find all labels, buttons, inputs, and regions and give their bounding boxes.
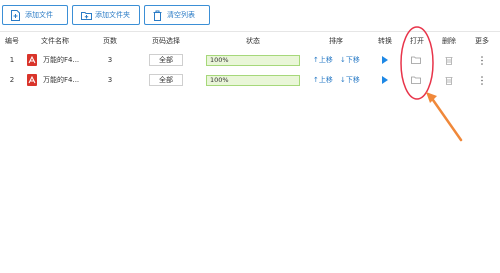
row-index: 2 bbox=[9, 76, 15, 84]
header-sort: 排序 bbox=[329, 37, 343, 45]
table-row[interactable]: 1 万能的F4... 3 全部 100% ↑上移 ↓下移 bbox=[0, 50, 500, 70]
move-up-button[interactable]: ↑上移 bbox=[313, 70, 333, 90]
header-status: 状态 bbox=[246, 37, 260, 45]
row-pages: 3 bbox=[107, 56, 113, 64]
add-file-button[interactable]: 添加文件 bbox=[2, 5, 68, 25]
delete-icon[interactable] bbox=[445, 50, 453, 70]
pdf-file-icon bbox=[27, 70, 37, 90]
move-down-button[interactable]: ↓下移 bbox=[340, 50, 360, 70]
more-icon[interactable] bbox=[481, 50, 484, 70]
add-folder-icon bbox=[81, 10, 92, 21]
toolbar-divider bbox=[0, 31, 500, 32]
header-index: 编号 bbox=[5, 37, 19, 45]
more-icon[interactable] bbox=[481, 70, 484, 90]
row-index: 1 bbox=[9, 56, 15, 64]
header-name: 文件名称 bbox=[41, 37, 69, 45]
convert-play-icon[interactable] bbox=[382, 50, 388, 70]
clear-list-label: 清空列表 bbox=[167, 11, 195, 19]
clear-list-button[interactable]: 清空列表 bbox=[144, 5, 210, 25]
progress-bar: 100% bbox=[206, 70, 300, 90]
add-file-label: 添加文件 bbox=[25, 11, 53, 19]
table-header: 编号 文件名称 页数 页码选择 状态 排序 转换 打开 删除 更多 bbox=[0, 34, 500, 48]
pdf-file-icon bbox=[27, 50, 37, 70]
open-folder-icon[interactable] bbox=[411, 70, 421, 90]
header-delete: 删除 bbox=[442, 37, 456, 45]
convert-play-icon[interactable] bbox=[382, 70, 388, 90]
progress-bar: 100% bbox=[206, 50, 300, 70]
header-pages: 页数 bbox=[103, 37, 117, 45]
trash-icon bbox=[153, 10, 162, 21]
page-select-input[interactable]: 全部 bbox=[149, 50, 183, 70]
header-open: 打开 bbox=[410, 37, 424, 45]
header-convert: 转换 bbox=[378, 37, 392, 45]
header-page-select: 页码选择 bbox=[152, 37, 180, 45]
open-folder-icon[interactable] bbox=[411, 50, 421, 70]
row-file-name: 万能的F4... bbox=[43, 56, 80, 64]
page-select-input[interactable]: 全部 bbox=[149, 70, 183, 90]
pdf-converter-window: 添加文件 添加文件夹 清空列表 编号 文件名称 页数 页码选择 状态 排序 转换… bbox=[0, 0, 500, 273]
row-file-name: 万能的F4... bbox=[43, 76, 80, 84]
row-pages: 3 bbox=[107, 76, 113, 84]
delete-icon[interactable] bbox=[445, 70, 453, 90]
add-folder-button[interactable]: 添加文件夹 bbox=[72, 5, 140, 25]
pointer-arrow-head bbox=[426, 92, 437, 103]
move-down-button[interactable]: ↓下移 bbox=[340, 70, 360, 90]
move-up-button[interactable]: ↑上移 bbox=[313, 50, 333, 70]
table-row[interactable]: 2 万能的F4... 3 全部 100% ↑上移 ↓下移 bbox=[0, 70, 500, 90]
pointer-arrow bbox=[431, 98, 463, 142]
add-folder-label: 添加文件夹 bbox=[95, 11, 130, 19]
header-more: 更多 bbox=[475, 37, 489, 45]
add-file-icon bbox=[11, 9, 20, 21]
